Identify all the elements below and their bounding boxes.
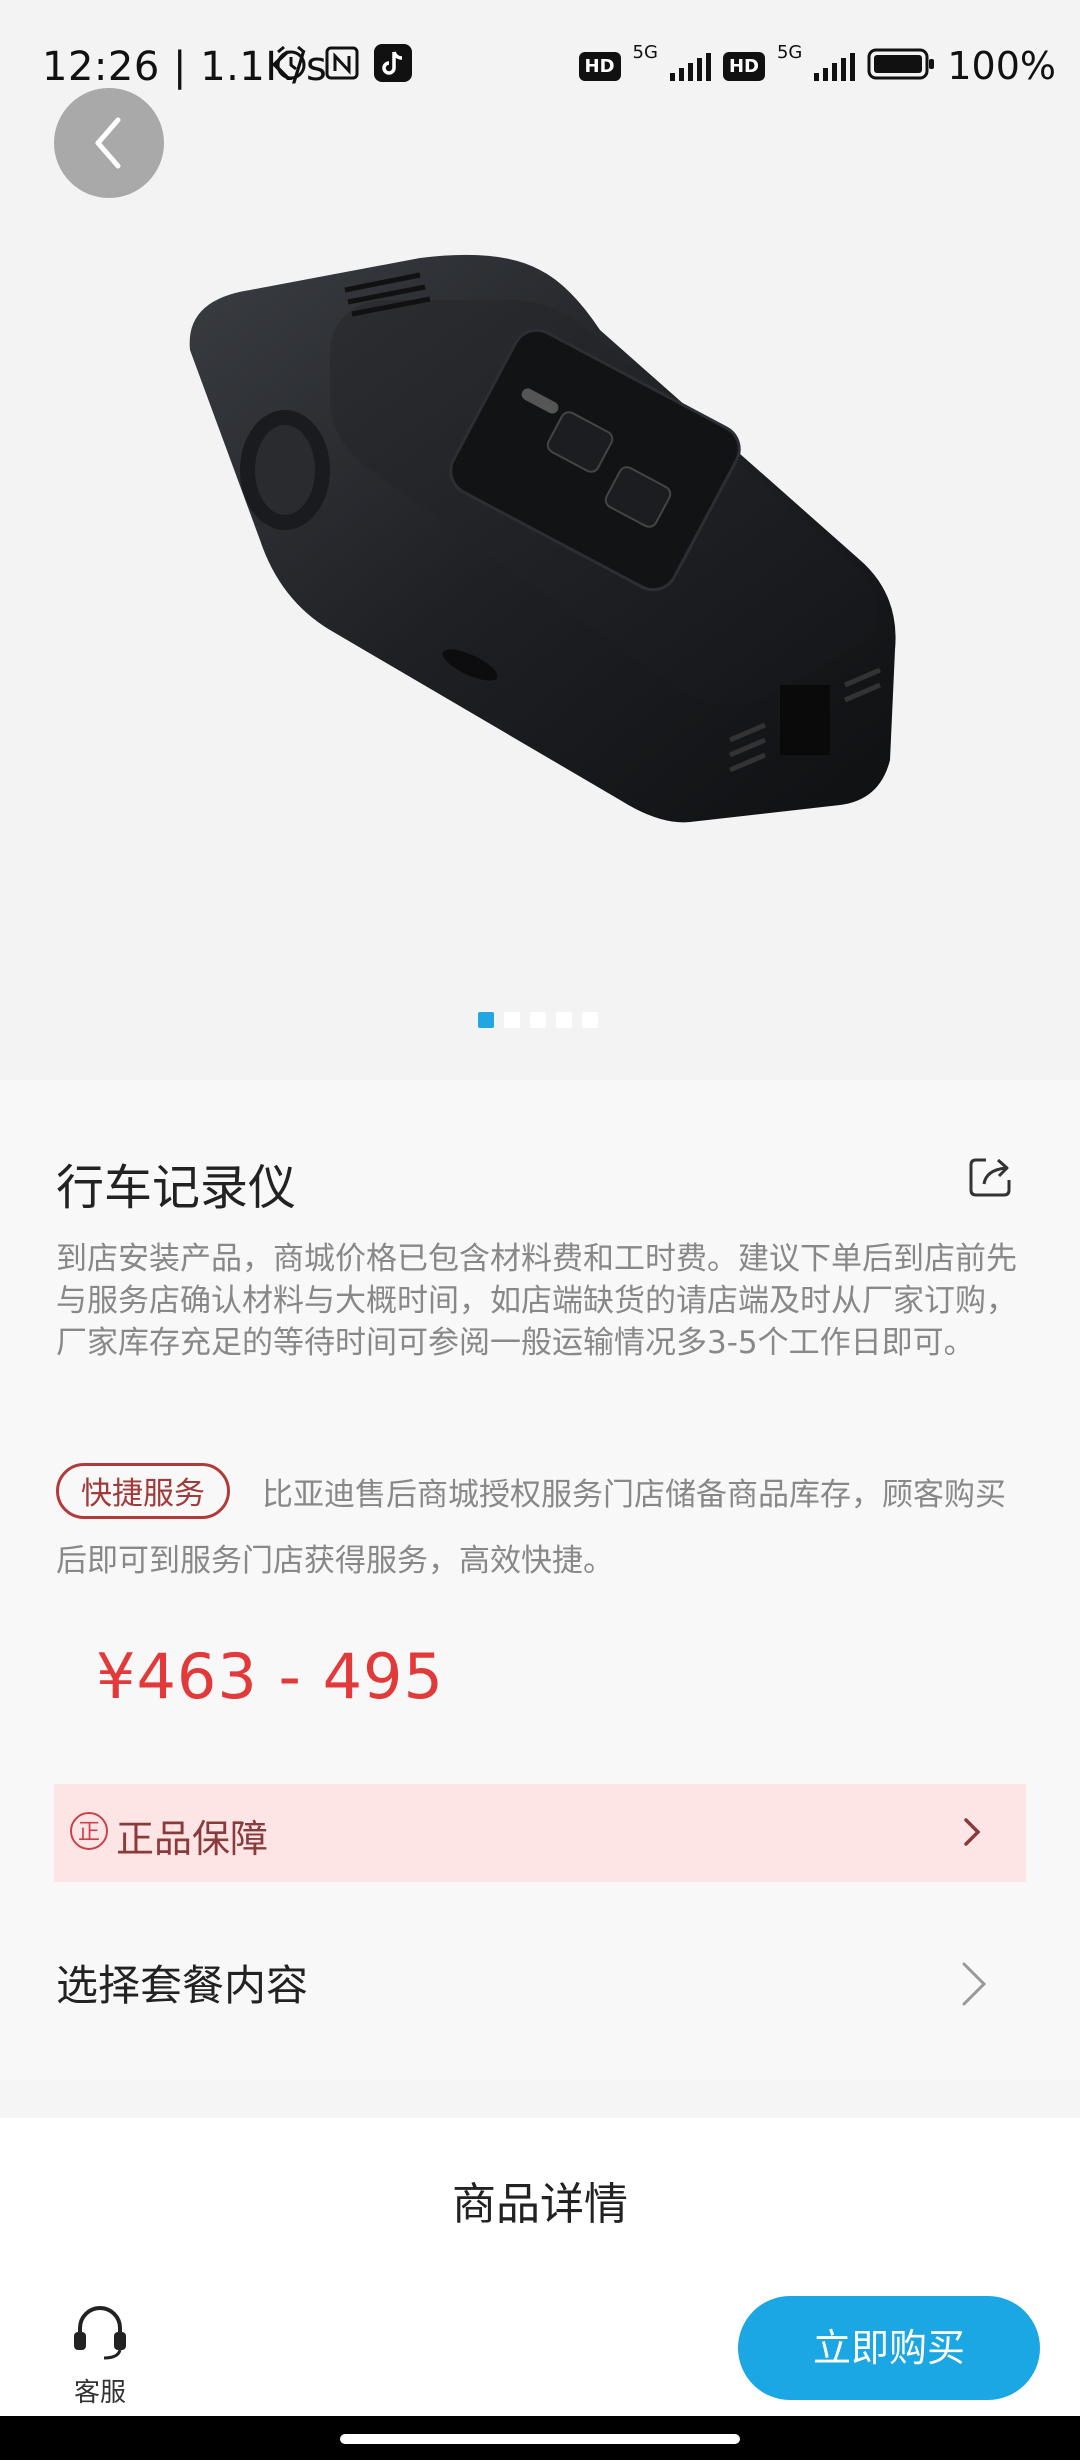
product-description: 到店安装产品，商城价格已包含材料费和工时费。建议下单后到店前先与服务店确认材料与… [56, 1241, 1017, 1361]
carousel-indicator [478, 1012, 598, 1028]
price-range: ¥463 - 495 [96, 1640, 444, 1713]
hd-badge: HD [578, 51, 621, 81]
nfc-icon [324, 45, 360, 85]
tiktok-icon [374, 44, 412, 86]
authentic-guarantee-row[interactable]: 正 正品保障 [54, 1784, 1026, 1882]
details-title[interactable]: 商品详情 [0, 2168, 1080, 2232]
alarm-icon [272, 44, 310, 86]
carousel-dot[interactable] [556, 1012, 572, 1028]
share-icon[interactable] [966, 1152, 1014, 1200]
product-title: 行车记录仪 [56, 1160, 297, 1216]
buy-now-button[interactable]: 立即购买 [738, 2296, 1040, 2400]
carousel-dot[interactable] [530, 1012, 546, 1028]
headset-icon [74, 2306, 126, 2360]
carousel-dot[interactable] [582, 1012, 598, 1028]
carousel-dot[interactable] [478, 1012, 494, 1028]
chevron-right-icon[interactable] [956, 1958, 992, 2010]
authentic-badge-icon: 正 [70, 1812, 108, 1850]
select-package-label[interactable]: 选择套餐内容 [56, 1952, 308, 2013]
carousel-dot[interactable] [504, 1012, 520, 1028]
customer-service-button[interactable]: 客服 [60, 2300, 140, 2409]
chevron-left-icon [95, 117, 121, 169]
signal-icon [814, 51, 856, 81]
signal-icon [669, 51, 711, 81]
guarantee-label: 正品保障 [116, 1817, 269, 1861]
back-button[interactable] [54, 88, 164, 198]
battery-icon [867, 47, 935, 85]
home-gesture-bar[interactable] [340, 2434, 740, 2444]
customer-service-label: 客服 [73, 2378, 126, 2408]
chevron-right-icon [964, 1818, 981, 1846]
quick-service-tag: 快捷服务 [56, 1463, 230, 1519]
hd-badge: HD [722, 51, 765, 81]
battery-percent: 100% [947, 44, 1056, 88]
